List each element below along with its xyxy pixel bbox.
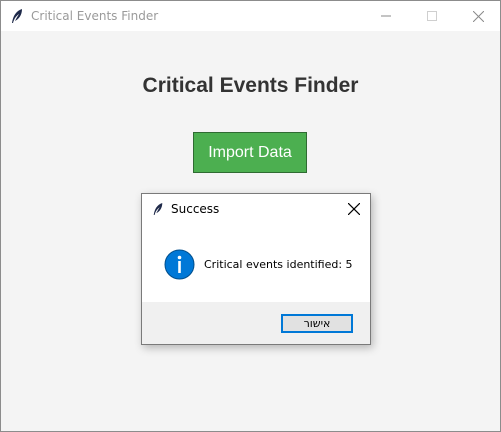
window-title: Critical Events Finder (31, 9, 159, 23)
close-icon (472, 10, 484, 22)
feather-icon (153, 203, 163, 215)
maximize-button[interactable] (409, 1, 455, 31)
minimize-icon (381, 15, 391, 17)
dialog-close-button[interactable] (345, 200, 363, 218)
close-button[interactable] (455, 1, 501, 31)
dialog-title: Success (171, 202, 220, 216)
info-icon (164, 249, 195, 280)
minimize-button[interactable] (363, 1, 409, 31)
ok-button[interactable]: אישור (281, 314, 353, 333)
dialog-message: Critical events identified: 5 (204, 258, 353, 271)
close-icon (348, 203, 360, 215)
success-dialog: Success Critical events identified: 5 אי… (141, 193, 371, 345)
title-bar[interactable]: Critical Events Finder (1, 1, 500, 31)
feather-icon (12, 9, 22, 23)
main-window: Critical Events Finder Critical Events F… (0, 0, 501, 432)
maximize-icon (427, 11, 437, 21)
import-data-button[interactable]: Import Data (193, 132, 307, 173)
page-title: Critical Events Finder (142, 74, 359, 97)
dialog-footer: אישור (142, 302, 370, 344)
